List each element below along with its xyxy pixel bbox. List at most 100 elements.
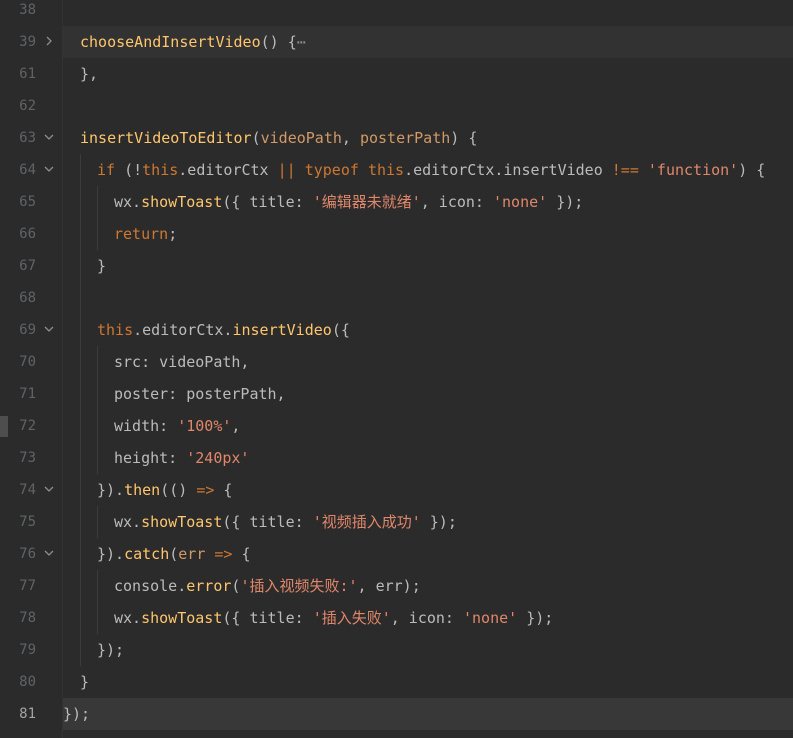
chevron-down-icon[interactable] xyxy=(41,122,57,154)
code-token: (() xyxy=(160,481,197,499)
chevron-down-icon[interactable] xyxy=(41,314,57,346)
code-text: insertVideoToEditor(videoPath, posterPat… xyxy=(80,122,477,154)
chevron-right-icon[interactable] xyxy=(41,26,57,58)
code-text: height: '240px' xyxy=(114,442,249,474)
code-editor[interactable]: 38 39 chooseAndInsertVideo() {⋯ 61}, 62 63 ins… xyxy=(0,0,793,738)
code-text: width: '100%', xyxy=(114,410,240,442)
code-text: } xyxy=(97,250,106,282)
code-token: .editorCtx xyxy=(178,161,278,179)
code-token: }); xyxy=(547,193,584,211)
code-text: this.editorCtx.insertVideo({ xyxy=(97,314,350,346)
code-text: wx.showToast({ title: '编辑器未就绪', icon: 'n… xyxy=(114,186,583,218)
code-token: () { xyxy=(260,33,297,51)
code-token: 'function' xyxy=(647,161,739,179)
indent-guide xyxy=(80,154,81,186)
code-line[interactable]: 69 this.editorCtx.insertVideo({ xyxy=(0,314,793,346)
code-token: ⋯ xyxy=(296,33,306,51)
code-token: (! xyxy=(115,161,143,179)
code-text: if (!this.editorCtx || typeof this.edito… xyxy=(97,154,765,186)
code-token: videoPath xyxy=(260,129,342,147)
indent-guide xyxy=(80,474,81,506)
code-line[interactable]: 64 if (!this.editorCtx || typeof this.edi… xyxy=(0,154,793,186)
code-token: wx. xyxy=(114,513,142,531)
code-line[interactable]: 75 wx.showToast({ title: '视频插入成功' }); xyxy=(0,506,793,538)
code-token: }). xyxy=(97,481,125,499)
code-line[interactable]: 79}); xyxy=(0,634,793,666)
chevron-down-icon[interactable] xyxy=(41,538,57,570)
code-token: => xyxy=(196,481,215,499)
chevron-down-icon[interactable] xyxy=(41,474,57,506)
code-line[interactable]: 67} xyxy=(0,250,793,282)
code-token: ( xyxy=(169,545,179,563)
code-line[interactable]: 68 xyxy=(0,282,793,314)
code-text: return; xyxy=(114,218,177,250)
code-area: }, xyxy=(63,58,793,90)
code-line[interactable]: 76}).catch(err => { xyxy=(0,538,793,570)
code-line[interactable]: 61}, xyxy=(0,58,793,90)
code-line[interactable]: 65 wx.showToast({ title: '编辑器未就绪', icon: … xyxy=(0,186,793,218)
code-area: wx.showToast({ title: '插入失败', icon: 'non… xyxy=(63,602,793,634)
code-area: } xyxy=(63,250,793,282)
code-token: posterPath xyxy=(359,129,451,147)
indent-guide xyxy=(80,442,81,474)
code-area: src: videoPath, xyxy=(63,346,793,378)
line-number: 74 xyxy=(19,482,36,498)
code-line[interactable]: 73 height: '240px' xyxy=(0,442,793,474)
code-area: }).then(() => { xyxy=(63,474,793,506)
indent-guide xyxy=(80,346,81,378)
line-number: 72 xyxy=(19,418,36,434)
indent-guide xyxy=(80,634,81,666)
code-token: }). xyxy=(97,545,125,563)
code-line[interactable]: 77 console.error('插入视频失败:', err); xyxy=(0,570,793,602)
code-line[interactable]: 80} xyxy=(0,666,793,698)
code-token: insertVideo xyxy=(232,321,332,339)
chevron-down-icon[interactable] xyxy=(41,154,57,186)
indent-guide xyxy=(97,506,98,538)
code-line[interactable]: 74 }).then(() => { xyxy=(0,474,793,506)
code-area: console.error('插入视频失败:', err); xyxy=(63,570,793,602)
code-area: }); xyxy=(63,634,793,666)
line-number: 79 xyxy=(19,642,36,658)
line-number: 61 xyxy=(19,66,36,82)
code-token: , xyxy=(341,129,360,147)
indent-guide xyxy=(80,314,81,346)
code-token: }); xyxy=(517,609,554,627)
code-text: }, xyxy=(80,58,98,90)
code-token: chooseAndInsertVideo xyxy=(80,33,261,51)
code-area: wx.showToast({ title: '编辑器未就绪', icon: 'n… xyxy=(63,186,793,218)
code-token: { xyxy=(232,545,251,563)
line-number: 80 xyxy=(19,674,36,690)
line-number: 63 xyxy=(19,130,36,146)
code-token: console. xyxy=(114,577,187,595)
code-line[interactable]: 71 poster: posterPath, xyxy=(0,378,793,410)
line-number: 69 xyxy=(19,322,36,338)
code-token: typeof xyxy=(304,161,359,179)
code-token: then xyxy=(124,481,161,499)
code-area: chooseAndInsertVideo() {⋯ xyxy=(63,26,793,58)
code-line[interactable]: 62 xyxy=(0,90,793,122)
code-line[interactable]: 81}); xyxy=(0,698,793,730)
code-line[interactable]: 38 xyxy=(0,0,793,26)
code-token: err xyxy=(178,545,206,563)
code-token: , icon: xyxy=(390,609,463,627)
code-token: wx. xyxy=(114,193,142,211)
line-number: 38 xyxy=(19,2,36,18)
code-line[interactable]: 39 chooseAndInsertVideo() {⋯ xyxy=(0,26,793,58)
code-token: , xyxy=(231,417,241,435)
code-line[interactable]: 66 return; xyxy=(0,218,793,250)
code-token: , err); xyxy=(357,577,421,595)
code-token: ({ title: xyxy=(222,513,313,531)
code-token: catch xyxy=(124,545,170,563)
code-line[interactable]: 70 src: videoPath, xyxy=(0,346,793,378)
code-line[interactable]: 63 insertVideoToEditor(videoPath, posterP… xyxy=(0,122,793,154)
code-token: .editorCtx.insertVideo xyxy=(404,161,612,179)
line-number: 71 xyxy=(19,386,36,402)
code-token: ({ title: xyxy=(222,609,313,627)
code-line[interactable]: 72 width: '100%', xyxy=(0,410,793,442)
code-token: this xyxy=(367,161,405,179)
code-line[interactable]: 78 wx.showToast({ title: '插入失败', icon: 'n… xyxy=(0,602,793,634)
indent-guide xyxy=(97,442,98,474)
